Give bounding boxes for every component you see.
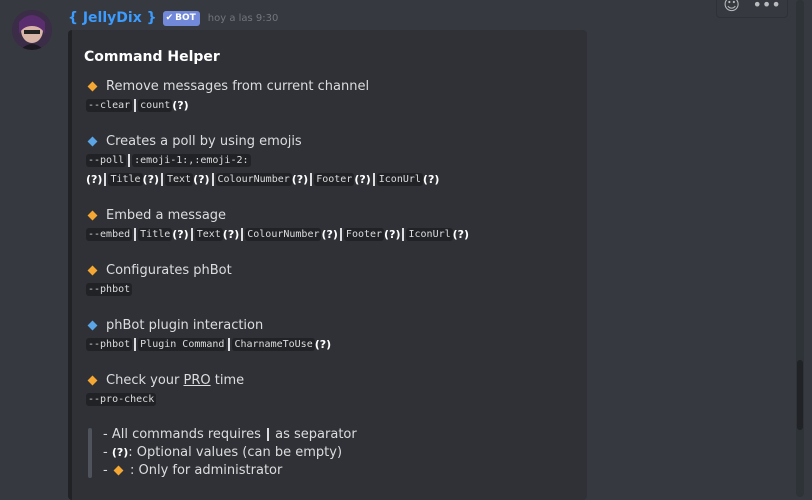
blockquote-bar	[88, 428, 92, 478]
param-code: :emoji-1:,:emoji-2:	[132, 153, 251, 167]
optional-marker: (?)	[384, 227, 401, 241]
author-name[interactable]: { JellyDix }	[68, 10, 157, 26]
command-code: --phbot	[86, 337, 133, 351]
command-embed: Embed a message --embed Title (?) Text (?) Co…	[86, 206, 469, 243]
blue-diamond-icon	[87, 320, 98, 330]
optional-marker: (?)	[422, 172, 440, 186]
orange-diamond-icon	[87, 375, 98, 385]
param-code: Title	[138, 227, 173, 241]
optional-marker: (?)	[86, 172, 103, 186]
command-phbot: Configurates phBot --phbot	[86, 261, 232, 298]
param-code: Title	[108, 172, 143, 186]
param-code: Footer	[343, 227, 385, 241]
optional-marker: (?)	[111, 446, 129, 459]
param-code: Text	[194, 227, 223, 241]
param-code: CharnameToUse	[232, 337, 315, 351]
message-header: { JellyDix } ✔ BOT hoy a las 9:30	[68, 9, 278, 27]
blue-diamond-icon	[87, 136, 98, 146]
separator-bar	[339, 227, 342, 241]
embed-card: Command Helper Remove messages from curr…	[68, 30, 587, 500]
scrollbar-thumb[interactable]	[797, 360, 803, 430]
separator-bar	[134, 98, 137, 112]
separator-bar	[310, 172, 313, 186]
separator-bar	[372, 172, 375, 186]
param-code: Plugin Command	[138, 337, 227, 351]
command-description: Embed a message	[106, 207, 227, 223]
optional-marker: (?)	[354, 172, 371, 186]
param-code: ColourNumber	[215, 172, 292, 186]
separator-bar	[241, 227, 244, 241]
optional-marker: (?)	[172, 98, 189, 112]
optional-marker: (?)	[142, 172, 159, 186]
avatar[interactable]	[12, 10, 52, 50]
bot-tag-label: BOT	[175, 12, 196, 23]
add-reaction-icon[interactable]: ☺	[723, 0, 740, 13]
param-code: count	[138, 98, 173, 112]
message-timestamp: hoy a las 9:30	[207, 12, 279, 24]
param-code: ColourNumber	[245, 227, 322, 241]
optional-marker: (?)	[291, 172, 309, 186]
note-text: -	[103, 463, 108, 478]
orange-diamond-icon	[113, 465, 124, 476]
more-options-icon[interactable]: •••	[752, 0, 780, 13]
orange-diamond-icon	[87, 81, 98, 91]
command-description: Configurates phBot	[106, 262, 232, 278]
note-text: as separator	[275, 427, 357, 442]
command-code: --phbot	[86, 282, 133, 296]
note-text: - All commands requires	[103, 427, 261, 442]
notes-block: - All commands requires as separator - (…	[103, 426, 357, 480]
note-admin: - : Only for administrator	[103, 462, 357, 480]
param-code: Text	[164, 172, 194, 186]
orange-diamond-icon	[87, 210, 98, 220]
command-description: phBot plugin interaction	[106, 317, 264, 333]
note-optional: - (?): Optional values (can be empty)	[103, 444, 357, 462]
command-code: --embed	[86, 227, 133, 241]
param-code: IconUrl	[376, 172, 423, 186]
description-prefix: Check your	[106, 372, 184, 388]
bot-tag: ✔ BOT	[162, 10, 200, 26]
command-phbot-plugin: phBot plugin interaction --phbot Plugin C…	[86, 316, 331, 353]
note-text: -	[103, 445, 108, 460]
param-code: Footer	[314, 172, 355, 186]
separator-bar	[402, 227, 405, 241]
optional-marker: (?)	[452, 227, 470, 241]
check-icon: ✔	[165, 12, 174, 23]
separator-bar	[134, 227, 137, 241]
command-pro-check: Check your PRO time --pro-check	[86, 371, 244, 408]
command-poll: Creates a poll by using emojis --poll :em…	[86, 132, 439, 188]
pro-link[interactable]: PRO	[184, 373, 211, 388]
command-description: Creates a poll by using emojis	[106, 133, 302, 149]
optional-marker: (?)	[222, 227, 240, 241]
command-code: --poll	[86, 153, 127, 167]
separator-bar	[267, 428, 269, 441]
command-clear: Remove messages from current channel --c…	[86, 77, 369, 114]
command-code: --clear	[86, 98, 133, 112]
command-description: Remove messages from current channel	[106, 78, 370, 94]
description-suffix: time	[210, 372, 245, 388]
command-code: --pro-check	[86, 392, 157, 406]
optional-marker: (?)	[172, 227, 189, 241]
note-text: : Optional values (can be empty)	[128, 445, 343, 460]
param-code: IconUrl	[406, 227, 453, 241]
separator-bar	[134, 337, 137, 351]
optional-marker: (?)	[193, 172, 210, 186]
command-description: Check your PRO time	[106, 373, 244, 388]
separator-bar	[128, 153, 131, 167]
optional-marker: (?)	[321, 227, 338, 241]
note-separator: - All commands requires as separator	[103, 426, 357, 444]
separator-bar	[228, 337, 231, 351]
embed-title: Command Helper	[84, 49, 220, 65]
separator-bar	[160, 172, 163, 186]
orange-diamond-icon	[87, 265, 98, 275]
optional-marker: (?)	[314, 337, 332, 351]
separator-bar	[211, 172, 214, 186]
separator-bar	[190, 227, 193, 241]
note-text: : Only for administrator	[129, 463, 283, 478]
separator-bar	[104, 172, 107, 186]
message-actions: ☺ •••	[716, 0, 788, 18]
avatar-image	[12, 10, 52, 50]
